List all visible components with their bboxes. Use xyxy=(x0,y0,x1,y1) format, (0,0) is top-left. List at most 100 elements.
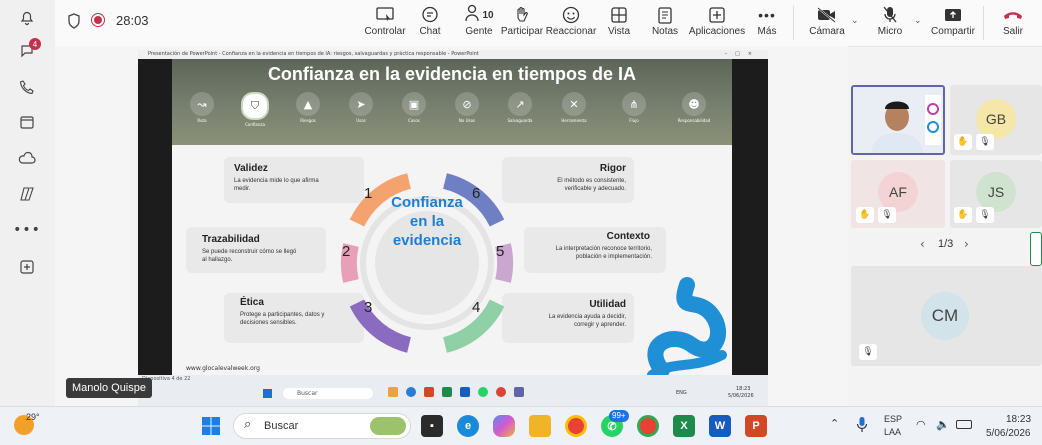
left-rail: 4 ••• xyxy=(0,0,56,406)
wifi-icon[interactable]: ◠ xyxy=(916,418,926,431)
inner-edge-icon[interactable] xyxy=(406,387,416,397)
nav-ruta[interactable]: ↝ Ruta xyxy=(180,92,224,123)
notas-label: Notas xyxy=(651,26,679,37)
reaccionar-button[interactable]: Reaccionar xyxy=(546,4,596,37)
battery-icon[interactable] xyxy=(956,420,972,429)
calendar-icon[interactable] xyxy=(14,109,40,135)
volume-icon[interactable]: 🔈 xyxy=(936,418,950,431)
participant-tile-js[interactable]: JS ✋ 🎙 xyxy=(950,160,1042,228)
taskbar-search-box[interactable]: ⌕ Buscar xyxy=(233,413,411,439)
slide-body: Validez La evidencia mide lo que afirma … xyxy=(172,145,732,375)
inner-powerpoint-icon[interactable] xyxy=(424,387,434,397)
card-rigor-title: Rigor xyxy=(599,163,626,174)
participar-label: Participar xyxy=(500,26,544,37)
card-trazabilidad: Trazabilidad Se puede reconstruir cómo s… xyxy=(186,227,326,273)
search-icon: ⌕ xyxy=(244,417,252,432)
cloud-icon[interactable] xyxy=(14,145,40,171)
nav-riesgos-label: Riesgos xyxy=(300,118,316,123)
bell-icon[interactable] xyxy=(14,4,40,30)
camera-chevron-down-icon[interactable]: ⌄ xyxy=(851,16,859,26)
mic-chevron-down-icon[interactable]: ⌄ xyxy=(914,16,922,26)
more-apps-icon[interactable]: ••• xyxy=(13,217,40,243)
file-explorer-icon[interactable] xyxy=(529,415,551,437)
nav-herramienta[interactable]: ✕ Herramienta xyxy=(552,92,596,123)
user-check-icon: ☻ xyxy=(682,92,706,116)
side-panel-toggle[interactable] xyxy=(1030,232,1042,266)
add-apps-icon xyxy=(709,4,725,26)
chat-button[interactable]: Chat xyxy=(417,4,443,37)
add-app-icon[interactable] xyxy=(14,254,40,280)
lang-secondary[interactable]: LAA xyxy=(884,427,901,437)
windows-start-icon[interactable] xyxy=(201,416,221,436)
inner-whatsapp-icon[interactable] xyxy=(478,387,488,397)
num-6: 6 xyxy=(472,185,481,202)
camara-button[interactable]: Cámara xyxy=(809,4,845,37)
clock-time[interactable]: 18:23 xyxy=(1006,414,1031,425)
participant-tile-gb[interactable]: GB ✋ 🎙 xyxy=(950,85,1042,155)
next-page-icon[interactable]: › xyxy=(964,237,969,251)
inner-teams-icon[interactable] xyxy=(514,387,524,397)
toolbar-divider-2 xyxy=(983,6,984,40)
lang-primary[interactable]: ESP xyxy=(884,414,902,424)
vista-button[interactable]: Vista xyxy=(605,4,633,37)
nav-responsabilidad[interactable]: ☻ Responsabilidad xyxy=(672,92,716,123)
nav-riesgos[interactable]: ▲ Riesgos xyxy=(286,92,330,123)
avatar-gb: GB xyxy=(976,99,1016,139)
controlar-button[interactable]: Controlar xyxy=(364,4,406,37)
nav-casos-label: Casos xyxy=(408,118,420,123)
word-icon[interactable]: W xyxy=(709,415,731,437)
inner-excel-icon[interactable] xyxy=(442,387,452,397)
inner-folder-icon[interactable] xyxy=(388,387,398,397)
card-etica-title: Ética xyxy=(240,297,264,308)
more-dots-icon: ••• xyxy=(758,7,776,23)
inner-chrome-icon[interactable] xyxy=(496,387,506,397)
inner-word-icon[interactable] xyxy=(460,387,470,397)
chrome-icon[interactable] xyxy=(565,415,587,437)
nav-flujo[interactable]: ⋔ Flujo xyxy=(612,92,656,123)
nav-usos[interactable]: ➤ Usos xyxy=(339,92,383,123)
inner-search-box[interactable]: Buscar xyxy=(283,388,373,399)
aplicaciones-button[interactable]: Aplicaciones xyxy=(689,4,745,37)
avatar-cm: CM xyxy=(921,292,969,340)
powerpoint-icon[interactable]: P xyxy=(745,415,767,437)
micro-button[interactable]: Micro xyxy=(875,4,905,37)
task-view-icon[interactable]: ▪ xyxy=(421,415,443,437)
nav-no-usos[interactable]: ⊘ No Usos xyxy=(445,92,489,123)
copilot-icon[interactable] xyxy=(14,181,40,207)
participant-tile-cm[interactable]: CM 🎙 xyxy=(851,266,1042,366)
nav-casos[interactable]: ▣ Casos xyxy=(392,92,436,123)
excel-icon[interactable]: X xyxy=(673,415,695,437)
center-line-1: Confianza xyxy=(391,194,463,211)
edge-icon[interactable]: e xyxy=(457,415,479,437)
shared-taskbar: Diapositiva 4 de 22 Buscar ENG 18:23 5/0… xyxy=(138,375,768,406)
chrome-profile-icon[interactable] xyxy=(637,415,659,437)
compartir-button[interactable]: Compartir xyxy=(931,4,975,37)
card-utilidad-desc: La evidencia ayuda a decidir, corregir y… xyxy=(548,314,626,328)
window-controls-icon[interactable]: –□× xyxy=(725,50,760,59)
mic-muted-icon: 🎙 xyxy=(976,134,994,150)
participant-tile-af[interactable]: AF ✋ 🎙 xyxy=(851,160,945,228)
meeting-toolbar: 28:03 Controlar Chat 10 Gente Participar… xyxy=(55,0,1042,47)
mas-label: Más xyxy=(757,26,777,37)
phone-icon[interactable] xyxy=(14,74,40,100)
clock-date[interactable]: 5/06/2026 xyxy=(986,428,1031,439)
chevron-up-icon[interactable]: ⌃ xyxy=(830,417,839,430)
salir-button[interactable]: Salir xyxy=(999,4,1027,37)
inner-windows-icon[interactable] xyxy=(263,389,272,398)
num-1: 1 xyxy=(364,185,373,202)
notas-button[interactable]: Notas xyxy=(651,4,679,37)
participar-button[interactable]: Participar xyxy=(501,4,543,37)
toolbar-divider xyxy=(793,6,794,40)
microphone-icon[interactable] xyxy=(856,416,868,434)
copilot-app-icon[interactable] xyxy=(493,415,515,437)
avatar-js: JS xyxy=(976,172,1016,212)
chat-label: Chat xyxy=(419,26,441,37)
chart-icon: ↗ xyxy=(508,92,532,116)
prev-page-icon[interactable]: ‹ xyxy=(920,237,925,251)
mas-button[interactable]: ••• Más xyxy=(755,4,779,37)
gente-button[interactable]: 10 Gente xyxy=(457,4,501,37)
grid-view-icon xyxy=(611,4,627,26)
nav-confianza[interactable]: ⛉ Confianza xyxy=(233,92,277,127)
nav-salvaguarda[interactable]: ↗ Salvaguarda xyxy=(498,92,542,123)
self-video-tile[interactable] xyxy=(851,85,945,155)
